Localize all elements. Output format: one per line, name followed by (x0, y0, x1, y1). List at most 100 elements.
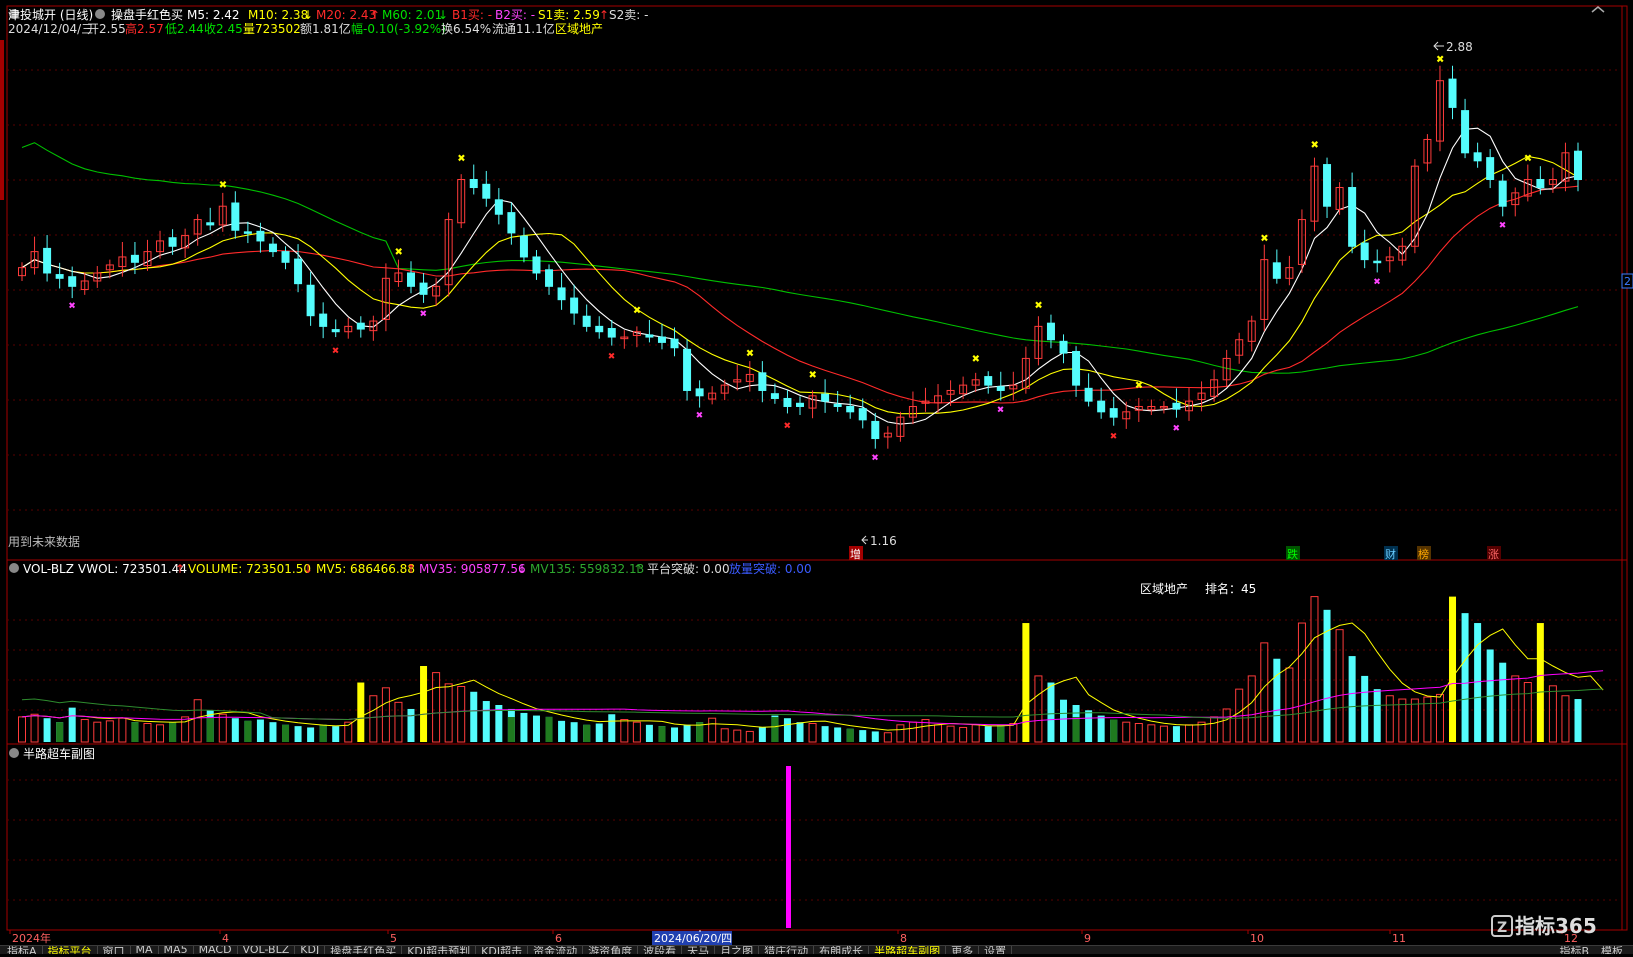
turnover-value: 换6.54% (441, 22, 491, 36)
mv135-arrow: ↑ (633, 562, 643, 576)
candle (883, 426, 892, 449)
candle-body (996, 386, 1005, 391)
volume-bar (1172, 726, 1180, 742)
buy-signal-marker: ✖ (332, 347, 340, 357)
candle (783, 389, 792, 414)
candle (444, 212, 453, 297)
volume-bar (1574, 699, 1582, 742)
candle (1159, 401, 1168, 414)
candle (959, 376, 968, 400)
indicator-toggle-icon[interactable] (95, 9, 105, 19)
candle-body (494, 199, 503, 215)
candle (143, 239, 152, 271)
candle (1574, 142, 1582, 192)
volume-bar (1474, 623, 1482, 742)
buy-signal-marker: ✖ (783, 421, 791, 431)
sell-signal-marker: ✖ (972, 354, 980, 365)
volume-bar (1273, 658, 1281, 742)
volume-bar (30, 713, 39, 743)
float-value: 流通11.1亿 (492, 21, 555, 36)
candle-body (1360, 242, 1369, 261)
buy-signal-marker: ✖ (420, 309, 428, 319)
right-price-tag: 2 (1624, 275, 1631, 288)
volume-settings-icon[interactable] (9, 563, 19, 573)
candle-body (519, 235, 528, 258)
candle-body (130, 254, 139, 263)
candle-body (1109, 408, 1118, 418)
event-tag-cai[interactable]: 财 (1384, 546, 1398, 561)
candle (369, 315, 378, 341)
svg-text:跌: 跌 (1287, 547, 1298, 561)
volume-bar (1222, 708, 1231, 743)
stock-title: 津投城开 (日线) (8, 7, 93, 22)
volume-bar (520, 712, 528, 742)
vwol-readout: VWOL: 723501.44 (78, 562, 187, 576)
ma60-readout: M60: 2.01 (382, 8, 442, 22)
sub-panel-title: 半路超车副图 (23, 746, 95, 761)
volume-bar (821, 726, 829, 742)
bar-date: 2024/12/04/三 (8, 22, 93, 36)
ma10-line (21, 155, 1579, 415)
candle-body (846, 405, 855, 413)
event-tag-zeng[interactable]: 增 (849, 546, 863, 561)
volume-bar (1097, 715, 1105, 742)
volume-bar (934, 724, 943, 743)
candle (1147, 399, 1156, 416)
sell-signal-marker: ✖ (1034, 300, 1042, 311)
volume-bar (808, 722, 817, 743)
candle (1461, 98, 1470, 159)
candle-body (582, 315, 591, 327)
candle-body (1272, 262, 1281, 279)
candle (1448, 65, 1457, 120)
candle-body (306, 284, 315, 317)
volume-bar (256, 719, 264, 742)
candle (1285, 255, 1294, 286)
sub-panel-settings-icon[interactable] (9, 748, 19, 758)
ma60-line (21, 142, 1579, 374)
time-label: 9 (1084, 932, 1091, 945)
buy-signal-marker: ✖ (871, 454, 879, 464)
candle-body (695, 388, 704, 397)
volume-bar (1060, 699, 1068, 742)
ma10-readout: M10: 2.38 (248, 8, 308, 22)
candle-body (268, 243, 277, 253)
candle-body (469, 179, 478, 189)
candle-body (1046, 322, 1055, 341)
sell-signal-marker: ✖ (746, 348, 754, 359)
volume-bar (733, 729, 742, 743)
future-data-note: 用到未来数据 (8, 534, 80, 549)
left-axis-strip (0, 40, 4, 200)
candle (1009, 371, 1018, 401)
candle-body (570, 297, 579, 314)
volume-title: VOL-BLZ (23, 562, 74, 576)
volume-bar (1373, 689, 1381, 742)
event-tag-zhang[interactable]: 涨 (1487, 546, 1501, 561)
candle (821, 379, 830, 413)
candle (43, 235, 52, 282)
volume-bar (156, 724, 165, 743)
candle (231, 191, 240, 239)
mv5-readout: MV5: 686466.88 (316, 562, 415, 576)
sub-panel-signal-bar (786, 766, 791, 928)
candle (1486, 149, 1495, 189)
candle-body (770, 393, 779, 399)
candle (1210, 369, 1219, 402)
event-tag-die[interactable]: 跌 (1286, 546, 1300, 561)
candle (570, 284, 579, 325)
volume-bar (332, 726, 340, 742)
volume-bar (118, 717, 127, 743)
candle-body (43, 247, 52, 274)
candle (1473, 142, 1482, 168)
volume-bar (558, 720, 566, 742)
collapse-icon[interactable] (1591, 6, 1605, 13)
candle (1272, 249, 1281, 284)
buy-signal-marker: ✖ (608, 352, 616, 362)
volume-bar (1410, 698, 1419, 743)
candle (1561, 142, 1570, 192)
sector-name: 区域地产 (555, 22, 603, 36)
volume-bar (143, 722, 152, 743)
volume-bar (671, 727, 679, 742)
volume-bar-green (658, 726, 666, 742)
candle-body (256, 230, 265, 242)
event-tag-bang[interactable]: 榜 (1417, 546, 1431, 561)
